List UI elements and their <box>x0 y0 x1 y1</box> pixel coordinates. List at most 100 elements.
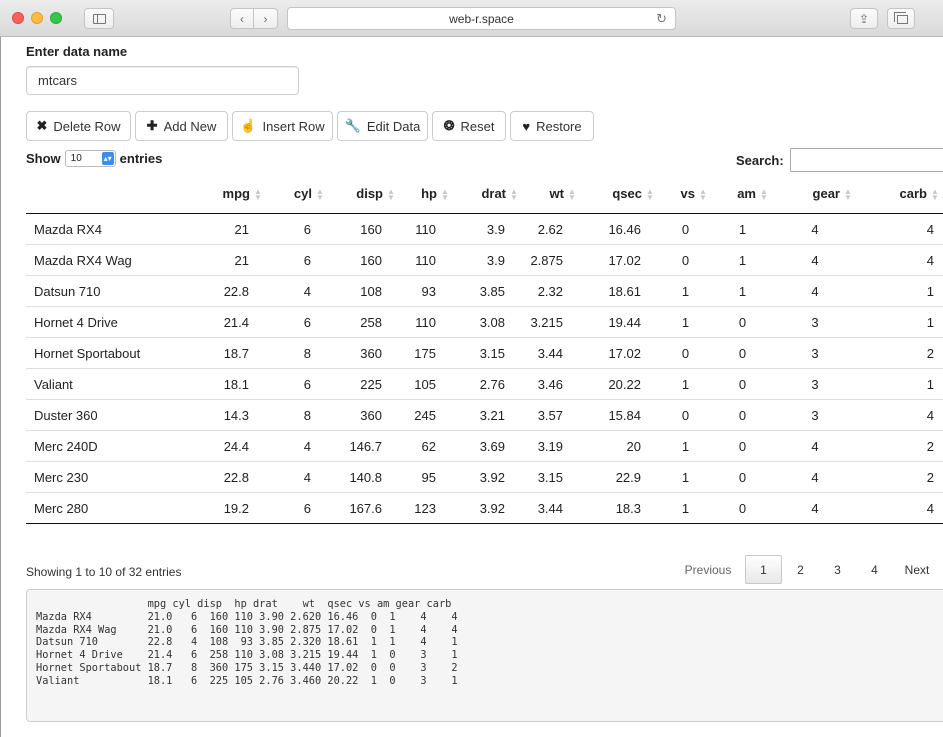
table-cell[interactable]: 3.9 <box>454 253 523 268</box>
insert-row-button[interactable]: ☝ Insert Row <box>232 111 333 141</box>
table-cell[interactable]: 1 <box>659 470 712 485</box>
table-cell[interactable]: 0 <box>659 346 712 361</box>
table-cell[interactable]: 21 <box>191 253 267 268</box>
column-header-hp[interactable]: hp ▲ ▼ <box>400 186 454 201</box>
table-cell[interactable]: 110 <box>400 253 454 268</box>
table-cell[interactable]: 18.3 <box>581 501 659 516</box>
zoom-window-button[interactable] <box>50 12 62 24</box>
column-header-am[interactable]: am ▲ ▼ <box>712 186 773 201</box>
table-cell[interactable]: 17.02 <box>581 346 659 361</box>
table-cell[interactable]: 1 <box>659 439 712 454</box>
table-cell[interactable]: 1 <box>857 315 943 330</box>
table-cell[interactable]: 140.8 <box>329 470 400 485</box>
page-4-button[interactable]: 4 <box>856 555 893 584</box>
table-cell[interactable]: 160 <box>329 253 400 268</box>
table-cell[interactable]: 3.21 <box>454 408 523 423</box>
table-cell[interactable]: 6 <box>267 315 329 330</box>
table-cell[interactable]: 2.76 <box>454 377 523 392</box>
table-cell[interactable]: 93 <box>400 284 454 299</box>
table-cell[interactable]: 6 <box>267 501 329 516</box>
table-cell[interactable]: 19.2 <box>191 501 267 516</box>
table-cell[interactable]: 175 <box>400 346 454 361</box>
column-header-mpg[interactable]: mpg ▲ ▼ <box>191 186 267 201</box>
table-cell[interactable]: 2 <box>857 470 943 485</box>
table-cell[interactable]: 4 <box>267 284 329 299</box>
table-cell[interactable]: 3.85 <box>454 284 523 299</box>
table-cell[interactable]: 1 <box>659 315 712 330</box>
table-cell[interactable]: 2 <box>857 439 943 454</box>
table-cell[interactable]: 225 <box>329 377 400 392</box>
table-cell[interactable]: 1 <box>712 222 773 237</box>
table-cell[interactable]: 4 <box>857 222 943 237</box>
table-cell[interactable]: 3.69 <box>454 439 523 454</box>
table-row[interactable]: Merc 230 22.8 4 140.8 95 3.92 3.15 22.9 1 0 4 2 <box>26 462 943 493</box>
table-cell[interactable]: 16.46 <box>581 222 659 237</box>
table-cell[interactable]: 0 <box>712 315 773 330</box>
next-page-button[interactable]: Next <box>893 555 941 584</box>
table-cell[interactable]: 4 <box>773 470 857 485</box>
data-name-input[interactable] <box>26 66 299 95</box>
table-cell[interactable]: 0 <box>712 501 773 516</box>
table-cell[interactable]: 110 <box>400 315 454 330</box>
table-cell[interactable]: 3.44 <box>523 501 581 516</box>
delete-row-button[interactable]: ✖ Delete Row <box>26 111 131 141</box>
edit-data-button[interactable]: 🔧 Edit Data <box>337 111 428 141</box>
table-cell[interactable]: 3 <box>773 346 857 361</box>
table-cell[interactable]: 0 <box>712 470 773 485</box>
table-cell[interactable]: Hornet 4 Drive <box>26 315 191 330</box>
table-cell[interactable]: 24.4 <box>191 439 267 454</box>
table-row[interactable]: Datsun 710 22.8 4 108 93 3.85 2.32 18.61 1 1 4 1 <box>26 276 943 307</box>
table-cell[interactable]: 3 <box>773 377 857 392</box>
table-cell[interactable]: 0 <box>659 408 712 423</box>
table-cell[interactable]: 3.08 <box>454 315 523 330</box>
previous-page-button[interactable]: Previous <box>671 555 745 584</box>
table-cell[interactable]: 2.875 <box>523 253 581 268</box>
table-cell[interactable]: 2.32 <box>523 284 581 299</box>
table-row[interactable]: Merc 240D 24.4 4 146.7 62 3.69 3.19 20 1 0 4 2 <box>26 431 943 462</box>
table-cell[interactable]: 4 <box>857 501 943 516</box>
add-new-button[interactable]: ✚ Add New <box>135 111 228 141</box>
table-cell[interactable]: 15.84 <box>581 408 659 423</box>
table-cell[interactable]: 6 <box>267 222 329 237</box>
table-cell[interactable]: Merc 230 <box>26 470 191 485</box>
table-cell[interactable]: 4 <box>857 253 943 268</box>
table-cell[interactable]: 3.92 <box>454 470 523 485</box>
table-cell[interactable]: Merc 280 <box>26 501 191 516</box>
table-row[interactable]: Mazda RX4 Wag 21 6 160 110 3.9 2.875 17.02 0 1 4 4 <box>26 245 943 276</box>
sidebar-toggle-button[interactable] <box>84 8 114 29</box>
table-cell[interactable]: 8 <box>267 346 329 361</box>
table-cell[interactable]: 105 <box>400 377 454 392</box>
table-cell[interactable]: 3.46 <box>523 377 581 392</box>
table-cell[interactable]: Mazda RX4 <box>26 222 191 237</box>
table-cell[interactable]: Duster 360 <box>26 408 191 423</box>
table-cell[interactable]: 108 <box>329 284 400 299</box>
table-cell[interactable]: 17.02 <box>581 253 659 268</box>
table-cell[interactable]: 3.215 <box>523 315 581 330</box>
table-cell[interactable]: 22.8 <box>191 284 267 299</box>
table-cell[interactable]: 4 <box>857 408 943 423</box>
table-cell[interactable]: Datsun 710 <box>26 284 191 299</box>
table-cell[interactable]: 3.15 <box>454 346 523 361</box>
table-cell[interactable]: 22.9 <box>581 470 659 485</box>
column-header-disp[interactable]: disp ▲ ▼ <box>329 186 400 201</box>
page-2-button[interactable]: 2 <box>782 555 819 584</box>
column-header-gear[interactable]: gear ▲ ▼ <box>773 186 857 201</box>
address-bar[interactable]: web-r.space ↻ <box>287 7 676 30</box>
table-cell[interactable]: 1 <box>659 377 712 392</box>
table-row[interactable]: Mazda RX4 21 6 160 110 3.9 2.62 16.46 0 1 4 4 <box>26 214 943 245</box>
table-cell[interactable]: 8 <box>267 408 329 423</box>
table-row[interactable]: Duster 360 14.3 8 360 245 3.21 3.57 15.84 0 0 3 4 <box>26 400 943 431</box>
table-cell[interactable]: 2.62 <box>523 222 581 237</box>
back-button[interactable]: ‹ <box>230 8 254 29</box>
table-cell[interactable]: 1 <box>857 284 943 299</box>
column-header-drat[interactable]: drat ▲ ▼ <box>454 186 523 201</box>
table-cell[interactable]: 20.22 <box>581 377 659 392</box>
share-button[interactable]: ⇪ <box>850 8 878 29</box>
search-input[interactable] <box>790 148 943 172</box>
table-cell[interactable]: 4 <box>773 222 857 237</box>
close-window-button[interactable] <box>12 12 24 24</box>
table-cell[interactable]: 3 <box>773 315 857 330</box>
table-cell[interactable]: 19.44 <box>581 315 659 330</box>
page-length-select[interactable]: 10 ▴▾ <box>64 150 116 167</box>
table-cell[interactable]: 1 <box>659 501 712 516</box>
